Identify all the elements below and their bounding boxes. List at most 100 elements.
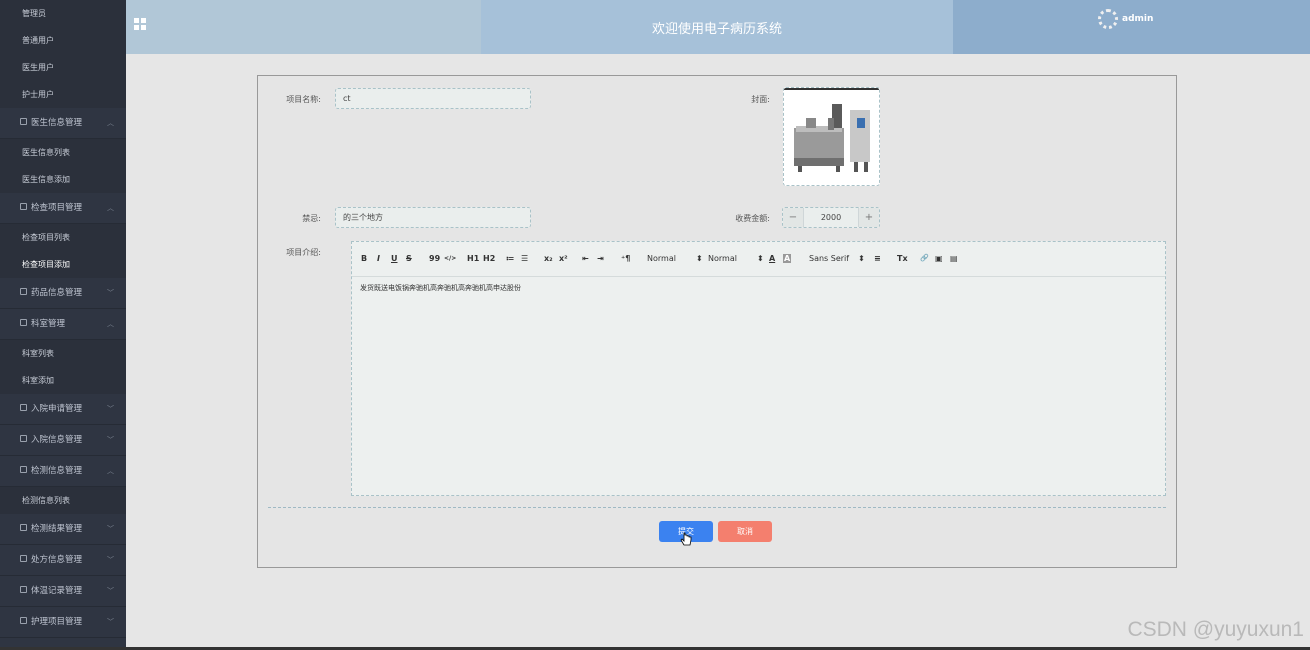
link-icon[interactable]: 🔗 <box>920 254 929 262</box>
sidebar-item[interactable]: 管理员 <box>0 0 126 27</box>
image-icon[interactable]: ▣ <box>935 254 943 263</box>
sidebar-group[interactable]: 科室管理 ︿ <box>0 309 126 340</box>
sidebar-group-label: 医生信息管理 <box>31 118 83 128</box>
project-name-label: 项目名称: <box>286 95 321 104</box>
subscript-button[interactable]: x₂ <box>544 254 553 263</box>
chevron-down-icon: ﹀ <box>107 587 114 595</box>
project-name-input[interactable]: ct <box>335 88 531 109</box>
font-select-value: Sans Serif <box>809 254 850 263</box>
size-select-value: Normal <box>647 254 676 263</box>
sidebar-group[interactable]: 检测信息管理 ︿ <box>0 456 126 487</box>
machine-image <box>784 88 879 185</box>
fee-decrement-button[interactable]: − <box>783 208 804 227</box>
outdent-button[interactable]: ⇤ <box>582 254 589 263</box>
ordered-list-button[interactable]: ≔ <box>506 254 515 263</box>
sidebar-item[interactable]: 医生用户 <box>0 54 126 81</box>
chevron-up-icon: ︿ <box>107 320 114 328</box>
font-color-button[interactable]: A <box>769 254 775 263</box>
video-icon[interactable]: ▤ <box>950 254 958 263</box>
edit-icon <box>20 118 27 125</box>
sidebar-item[interactable]: 科室添加 <box>0 367 126 394</box>
taboo-input[interactable]: 的三个地方 <box>335 207 531 228</box>
editor-toolbar: B I U S 99 </> H1 H2 ≔ ☰ x₂ x² ⇤ ⇥ ⁺¶ No… <box>352 242 1165 277</box>
bold-button[interactable]: B <box>361 254 367 263</box>
font-select-caret-icon: ⬍ <box>858 254 865 263</box>
chevron-up-icon: ︿ <box>107 467 114 475</box>
chevron-down-icon: ﹀ <box>107 556 114 564</box>
chevron-down-icon: ﹀ <box>107 405 114 413</box>
sidebar-group[interactable]: 医生信息管理 ︿ <box>0 108 126 139</box>
sidebar-group-label: 检测结果管理 <box>31 524 83 534</box>
sidebar-item[interactable]: 检测信息列表 <box>0 487 126 514</box>
sidebar-group-label: 入院信息管理 <box>31 435 83 445</box>
sidebar-group-label: 检测信息管理 <box>31 466 83 476</box>
sidebar-item[interactable]: 医生信息列表 <box>0 139 126 166</box>
sidebar-group[interactable]: 入院信息管理 ﹀ <box>0 425 126 456</box>
sidebar-group[interactable]: 检查项目管理 ︿ <box>0 193 126 224</box>
sidebar-item[interactable]: 普通用户 <box>0 27 126 54</box>
size-select-caret-icon: ⬍ <box>695 254 703 263</box>
underline-button[interactable]: U <box>391 254 398 263</box>
chevron-down-icon: ﹀ <box>107 436 114 444</box>
sidebar-group[interactable]: 体温记录管理 ﹀ <box>0 576 126 607</box>
sidebar-group[interactable]: 药品信息管理 ﹀ <box>0 278 126 309</box>
italic-button[interactable]: I <box>377 254 380 263</box>
sidebar-group-label: 科室管理 <box>31 319 66 329</box>
sidebar-group-label: 护理项目管理 <box>31 617 83 627</box>
chevron-down-icon: ﹀ <box>107 525 114 533</box>
avatar-icon[interactable] <box>1098 9 1118 29</box>
chevron-up-icon: ︿ <box>107 204 114 212</box>
superscript-button[interactable]: x² <box>559 254 568 263</box>
h2-button[interactable]: H2 <box>483 254 495 263</box>
edit-icon <box>20 524 27 531</box>
fee-value[interactable]: 2000 <box>804 208 858 227</box>
username[interactable]: admin <box>1122 14 1153 24</box>
font-select[interactable]: Sans Serif ⬍ <box>809 254 865 263</box>
header-right: admin <box>953 0 1310 54</box>
sidebar-group[interactable]: 入院申请管理 ﹀ <box>0 394 126 425</box>
edit-icon <box>20 466 27 473</box>
edit-icon <box>20 586 27 593</box>
bullet-list-button[interactable]: ☰ <box>521 254 528 263</box>
bg-color-button[interactable]: A <box>783 254 792 263</box>
rich-text-editor: B I U S 99 </> H1 H2 ≔ ☰ x₂ x² ⇤ ⇥ ⁺¶ No… <box>351 241 1166 496</box>
fee-increment-button[interactable]: + <box>858 208 879 227</box>
header-left <box>126 0 481 54</box>
sidebar-group[interactable]: 护理项目管理 ﹀ <box>0 607 126 638</box>
grid-menu-icon[interactable] <box>134 18 146 30</box>
cover-image-upload[interactable] <box>783 87 880 186</box>
indent-button[interactable]: ⇥ <box>597 254 604 263</box>
clean-format-button[interactable]: Tx <box>897 254 908 263</box>
intro-label: 项目介绍: <box>286 248 321 257</box>
sidebar-group-label: 药品信息管理 <box>31 288 83 298</box>
chevron-down-icon: ﹀ <box>107 289 114 297</box>
sidebar-item[interactable]: 科室列表 <box>0 340 126 367</box>
header-select[interactable]: Normal ⬍ <box>708 254 764 263</box>
chevron-up-icon: ︿ <box>107 119 114 127</box>
sidebar-item[interactable]: 护士用户 <box>0 81 126 108</box>
sidebar: 管理员 普通用户 医生用户 护士用户 医生信息管理 ︿ 医生信息列表 医生信息添加 检查项目管理… <box>0 0 126 650</box>
sidebar-item[interactable]: 检查项目添加 <box>0 251 126 278</box>
h1-button[interactable]: H1 <box>467 254 479 263</box>
form-card: 项目名称: ct 封面: 禁忌: 的三个地方 收费金额: − 2000 + 项目… <box>257 75 1177 568</box>
edit-icon <box>20 555 27 562</box>
code-button[interactable]: </> <box>444 255 456 262</box>
strike-button[interactable]: S <box>406 254 412 263</box>
cancel-button[interactable]: 取消 <box>718 521 772 542</box>
header-center: 欢迎使用电子病历系统 <box>481 0 953 54</box>
sidebar-group-label: 入院申请管理 <box>31 404 83 414</box>
quote-button[interactable]: 99 <box>429 254 440 263</box>
align-button[interactable]: ≡ <box>874 254 881 263</box>
edit-icon <box>20 319 27 326</box>
sidebar-item[interactable]: 检查项目列表 <box>0 224 126 251</box>
text-direction-button[interactable]: ⁺¶ <box>621 254 630 263</box>
sidebar-group[interactable]: 检测结果管理 ﹀ <box>0 514 126 545</box>
sidebar-group[interactable]: 处方信息管理 ﹀ <box>0 545 126 576</box>
fee-stepper: − 2000 + <box>782 207 880 228</box>
size-select[interactable]: Normal ⬍ <box>647 254 703 263</box>
sidebar-group-label: 检查项目管理 <box>31 203 83 213</box>
sidebar-item[interactable]: 医生信息添加 <box>0 166 126 193</box>
fee-label: 收费金额: <box>735 214 770 223</box>
editor-content[interactable]: 发货既送电饭锅奔驰机高奔驰机高奔驰机高申达股份 <box>352 277 1165 299</box>
edit-icon <box>20 203 27 210</box>
